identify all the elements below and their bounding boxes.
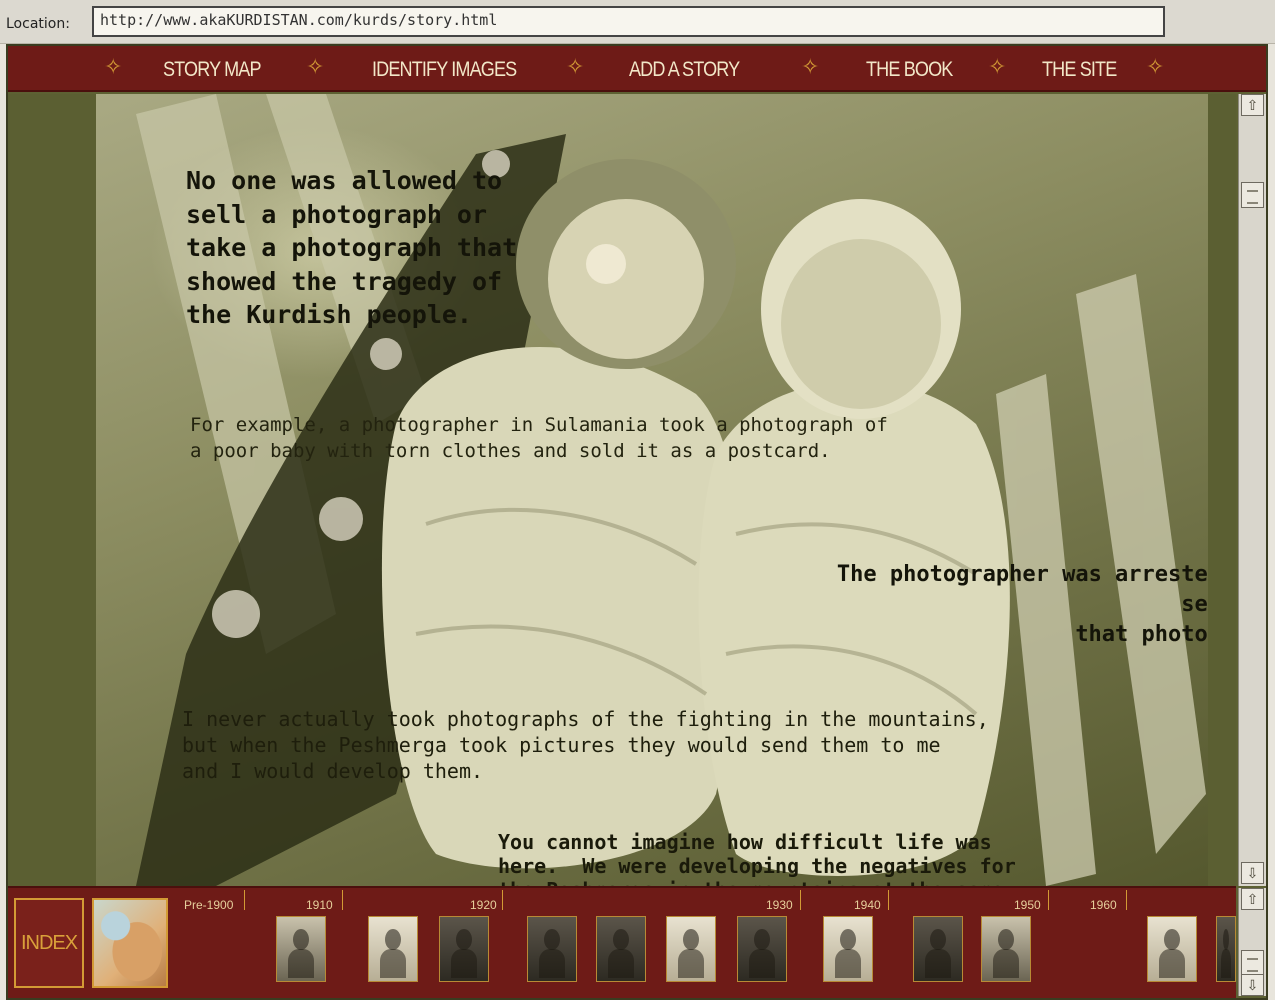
story-text-1: No one was allowed to sell a photograph …	[186, 166, 518, 329]
story-text-2: For example, a photographer in Sulamania…	[190, 414, 888, 462]
photo-thumbnail[interactable]	[981, 916, 1031, 982]
nav-identify-images[interactable]: IDENTIFY IMAGES	[372, 58, 517, 82]
photo-thumbnail[interactable]	[596, 916, 646, 982]
photo-thumbnail[interactable]	[276, 916, 326, 982]
main-scrollbar[interactable]: ⇧ ⇩	[1238, 94, 1266, 886]
photo-thumbnail[interactable]	[823, 916, 873, 982]
decade-label: 1940	[854, 898, 881, 912]
story-text-4: I never actually took photographs of the…	[182, 707, 989, 783]
top-nav: ✧ STORY MAP ✧ IDENTIFY IMAGES ✧ ADD A ST…	[8, 46, 1266, 92]
page-frame: ✧ STORY MAP ✧ IDENTIFY IMAGES ✧ ADD A ST…	[6, 44, 1268, 1000]
timeline-tick	[502, 890, 503, 910]
decade-label: Pre-1900	[184, 898, 234, 912]
nav-story-map[interactable]: STORY MAP	[163, 58, 262, 82]
location-label: Location:	[6, 16, 70, 32]
story-text-3: The photographer was arrested for sellin…	[836, 562, 1208, 647]
url-input[interactable]: http://www.akaKURDISTAN.com/kurds/story.…	[92, 6, 1165, 37]
arrow-up-icon[interactable]: ⇧	[1241, 888, 1264, 910]
photo-thumbnail[interactable]	[913, 916, 963, 982]
timeline-tick	[1048, 890, 1049, 910]
star-icon: ✧	[104, 54, 123, 79]
map-thumbnail[interactable]	[92, 898, 168, 988]
decade-label: 1950	[1014, 898, 1041, 912]
nav-the-book[interactable]: THE BOOK	[866, 58, 953, 82]
star-icon: ✧	[566, 54, 585, 79]
arrow-down-icon[interactable]: ⇩	[1241, 862, 1264, 884]
nav-the-site[interactable]: THE SITE	[1042, 58, 1117, 82]
star-icon: ✧	[988, 54, 1007, 79]
decade-label: 1920	[470, 898, 497, 912]
photo-thumbnail[interactable]	[1216, 916, 1236, 982]
photo-thumbnail[interactable]	[666, 916, 716, 982]
timeline-tick	[342, 890, 343, 910]
timeline-scrollbar[interactable]: ⇧ ⇩	[1238, 888, 1266, 996]
decade-label: 1930	[766, 898, 793, 912]
photo-thumbnail[interactable]	[1147, 916, 1197, 982]
photo-thumbnail[interactable]	[737, 916, 787, 982]
location-bar: Location: http://www.akaKURDISTAN.com/ku…	[0, 0, 1275, 44]
timeline-bar: INDEX Pre-1900 1910 1920 1930 1940 1950 …	[8, 886, 1236, 998]
timeline-tick	[244, 890, 245, 910]
nav-add-a-story[interactable]: ADD A STORY	[629, 58, 740, 82]
scrollbar-thumb[interactable]	[1241, 950, 1264, 976]
story-text-5: You cannot imagine how difficult life wa…	[498, 830, 1016, 886]
story-content: No one was allowed to sell a photograph …	[8, 94, 1236, 886]
arrow-up-icon[interactable]: ⇧	[1241, 94, 1264, 116]
scrollbar-thumb[interactable]	[1241, 182, 1264, 208]
star-icon: ✧	[801, 54, 820, 79]
timeline-tick	[888, 890, 889, 910]
timeline-tick	[1126, 890, 1127, 910]
story-photo: No one was allowed to sell a photograph …	[96, 94, 1208, 886]
decade-label: 1960	[1090, 898, 1117, 912]
star-icon: ✧	[1146, 54, 1165, 79]
star-icon: ✧	[306, 54, 325, 79]
timeline-tick	[800, 890, 801, 910]
photo-thumbnail[interactable]	[527, 916, 577, 982]
index-button[interactable]: INDEX	[14, 898, 84, 988]
photo-thumbnail[interactable]	[439, 916, 489, 982]
photo-thumbnail[interactable]	[368, 916, 418, 982]
arrow-down-icon[interactable]: ⇩	[1241, 974, 1264, 996]
decade-label: 1910	[306, 898, 333, 912]
